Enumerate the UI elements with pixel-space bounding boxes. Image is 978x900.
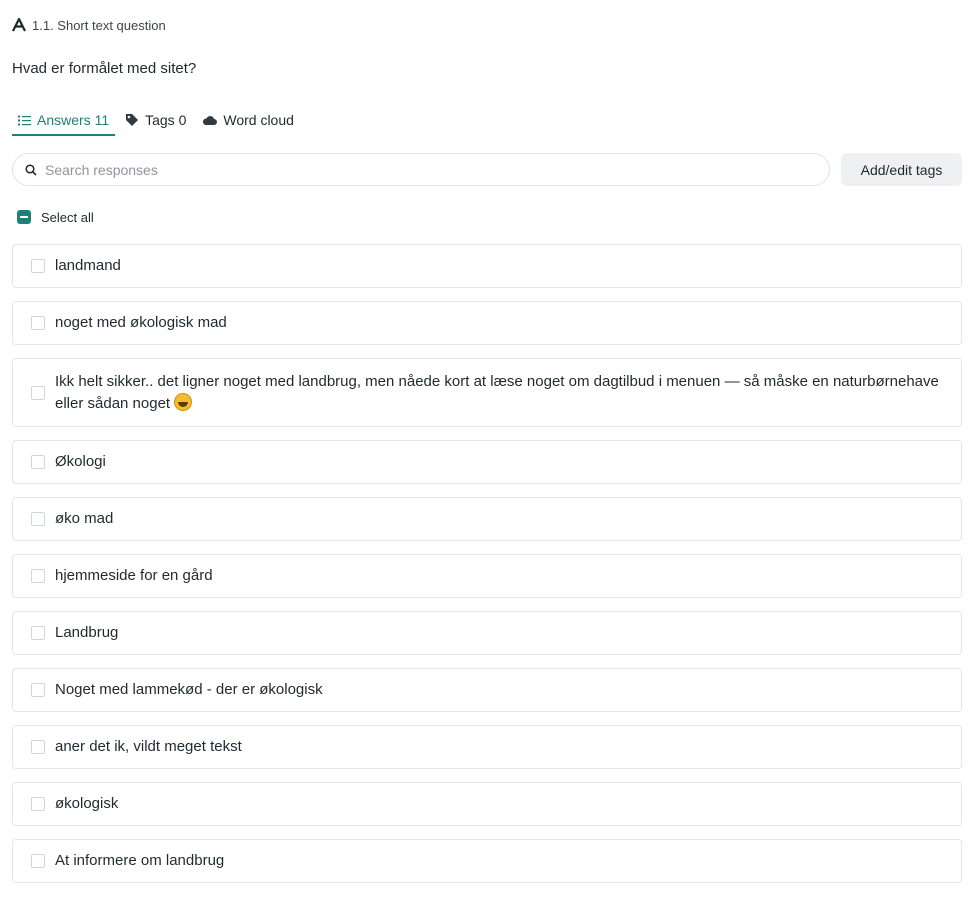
answer-checkbox[interactable] <box>31 512 45 526</box>
list-item: Landbrug <box>12 611 962 655</box>
tag-icon <box>126 114 139 126</box>
list-item: Noget med lammekød - der er økologisk <box>12 668 962 712</box>
list-item: økologisk <box>12 782 962 826</box>
tab-word-cloud-label: Word cloud <box>223 112 294 128</box>
search-icon <box>25 163 37 176</box>
list-item: Ikk helt sikker.. det ligner noget med l… <box>12 358 962 427</box>
answer-checkbox[interactable] <box>31 455 45 469</box>
list-item: øko mad <box>12 497 962 541</box>
add-edit-tags-button[interactable]: Add/edit tags <box>841 153 962 186</box>
select-all-label: Select all <box>41 209 94 225</box>
tab-answers[interactable]: Answers 11 <box>12 106 116 136</box>
answer-text: At informere om landbrug <box>55 852 225 869</box>
answer-list: landmand noget med økologisk mad Ikk hel… <box>12 244 962 896</box>
question-label: 1.1. Short text question <box>32 17 166 33</box>
answer-text: Økologi <box>55 453 106 470</box>
list-item: At informere om landbrug <box>12 839 962 883</box>
short-text-question-icon <box>12 18 26 32</box>
answer-text: øko mad <box>55 510 114 527</box>
list-item: noget med økologisk mad <box>12 301 962 345</box>
tab-answers-label: Answers 11 <box>37 112 110 128</box>
answer-text: landmand <box>55 257 121 274</box>
answer-text: hjemmeside for en gård <box>55 567 213 584</box>
answer-text: aner det ik, vildt meget tekst <box>55 738 242 755</box>
answer-checkbox[interactable] <box>31 683 45 697</box>
cloud-icon <box>203 115 218 125</box>
list-item: hjemmeside for en gård <box>12 554 962 598</box>
answer-text: Noget med lammekød - der er økologisk <box>55 681 323 698</box>
answer-checkbox[interactable] <box>31 854 45 868</box>
search-input[interactable] <box>45 161 785 178</box>
answer-checkbox[interactable] <box>31 385 45 400</box>
grinning-sweat-emoji-icon <box>174 392 193 411</box>
question-header: 1.1. Short text question <box>12 14 166 36</box>
list-item: landmand <box>12 244 962 288</box>
tab-word-cloud[interactable]: Word cloud <box>196 106 300 136</box>
answer-checkbox[interactable] <box>31 259 45 273</box>
answer-checkbox[interactable] <box>31 316 45 330</box>
answer-text: økologisk <box>55 795 119 812</box>
answer-text: noget med økologisk mad <box>55 314 227 331</box>
answer-checkbox[interactable] <box>31 740 45 754</box>
tab-tags[interactable]: Tags 0 <box>119 106 192 136</box>
list-item: aner det ik, vildt meget tekst <box>12 725 962 769</box>
question-title: Hvad er formålet med sitet? <box>12 60 197 77</box>
list-item: Økologi <box>12 440 962 484</box>
answer-checkbox[interactable] <box>31 626 45 640</box>
tab-bar: Answers 11 Tags 0 Word cloud <box>12 106 304 136</box>
search-field[interactable] <box>12 153 830 186</box>
tab-tags-label: Tags 0 <box>145 112 187 128</box>
answer-checkbox[interactable] <box>31 569 45 583</box>
answer-checkbox[interactable] <box>31 797 45 811</box>
answer-text: Landbrug <box>55 624 119 641</box>
select-all[interactable]: Select all <box>17 208 94 226</box>
select-all-checkbox[interactable] <box>17 210 31 224</box>
answer-text-container: Ikk helt sikker.. det ligner noget med l… <box>55 371 945 415</box>
list-icon <box>18 115 31 125</box>
